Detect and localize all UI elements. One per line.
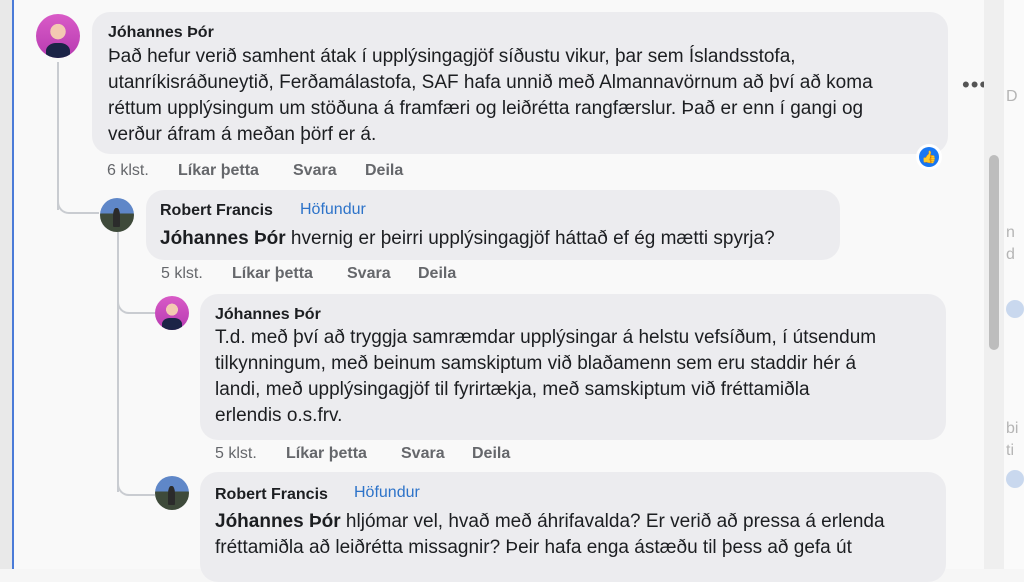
left-edge-bar <box>0 0 14 569</box>
like-link[interactable]: Líkar þetta <box>232 265 313 283</box>
comment-text: T.d. með því að tryggja samræmdar upplýs… <box>215 325 940 429</box>
comment-text: Jóhannes Þór hvernig er þeirri upplýsing… <box>160 226 775 252</box>
comment-author[interactable]: Jóhannes Þór <box>215 306 321 324</box>
comment-author[interactable]: Jóhannes Þór <box>108 24 214 42</box>
comment-line: T.d. með því að tryggja samræmdar upplýs… <box>215 327 877 348</box>
comment-line: Það hefur verið samhent átak í upplýsing… <box>108 46 796 67</box>
comment-line: Jóhannes Þór hljómar vel, hvað með áhrif… <box>215 509 885 535</box>
comment-time[interactable]: 5 klst. <box>161 265 203 283</box>
comment-text-part: hljómar vel, hvað með áhrifavalda? Er ve… <box>340 511 885 532</box>
comment-line: landi, með upplýsingagjöf til fyrirtækja… <box>215 379 810 400</box>
like-link[interactable]: Líkar þetta <box>286 445 367 463</box>
reply-link[interactable]: Svara <box>347 265 391 283</box>
comment-line: tilkynningum, með beinum samskiptum við … <box>215 353 857 374</box>
like-link[interactable]: Líkar þetta <box>178 162 259 180</box>
thread-connector <box>117 284 155 314</box>
comment-line: erlendis o.s.frv. <box>215 405 343 426</box>
mention-link[interactable]: Jóhannes Þór <box>160 228 286 249</box>
author-badge: Höfundur <box>354 484 420 501</box>
avatar[interactable] <box>36 14 80 58</box>
share-link[interactable]: Deila <box>365 162 403 180</box>
mention-link[interactable]: Jóhannes Þór <box>215 511 341 532</box>
reply-link[interactable]: Svara <box>293 162 337 180</box>
right-strip-text: ti <box>1006 442 1014 459</box>
comment-line: verður áfram á meðan þörf er á. <box>108 124 377 145</box>
right-strip-text: bi <box>1006 420 1019 437</box>
comment-line: hvernig er þeirri upplýsingagjöf háttað … <box>285 228 775 249</box>
like-icon: 👍 <box>919 147 939 167</box>
comment-line: utanríkisráðuneytið, Ferðamálastofa, SAF… <box>108 72 873 93</box>
share-link[interactable]: Deila <box>418 265 456 283</box>
avatar[interactable] <box>155 476 189 510</box>
right-strip-icon <box>1006 300 1024 318</box>
right-strip-text: n <box>1006 224 1015 241</box>
thread-connector <box>117 440 155 496</box>
comment-text: Jóhannes Þór hljómar vel, hvað með áhrif… <box>215 509 885 561</box>
comment-author[interactable]: Robert Francis <box>160 202 273 220</box>
comment-time[interactable]: 6 klst. <box>107 162 149 180</box>
right-strip-icon <box>1006 470 1024 488</box>
avatar[interactable] <box>155 296 189 330</box>
comment-line: réttum upplýsingum um stöðuna á framfæri… <box>108 98 864 119</box>
scrollbar-thumb[interactable] <box>989 155 999 350</box>
reply-link[interactable]: Svara <box>401 445 445 463</box>
author-badge: Höfundur <box>300 201 366 218</box>
right-strip-text: d <box>1006 246 1015 263</box>
share-link[interactable]: Deila <box>472 445 510 463</box>
avatar[interactable] <box>100 198 134 232</box>
comment-author[interactable]: Robert Francis <box>215 486 328 504</box>
right-strip-text: D <box>1006 88 1018 105</box>
comment-line: fréttamiðla að leiðrétta missagnir? Þeir… <box>215 537 852 558</box>
thread-connector <box>57 170 99 214</box>
comment-time[interactable]: 5 klst. <box>215 445 257 463</box>
comment-text: Það hefur verið samhent átak í upplýsing… <box>108 44 938 148</box>
like-reaction-badge[interactable]: 👍 <box>916 144 942 170</box>
